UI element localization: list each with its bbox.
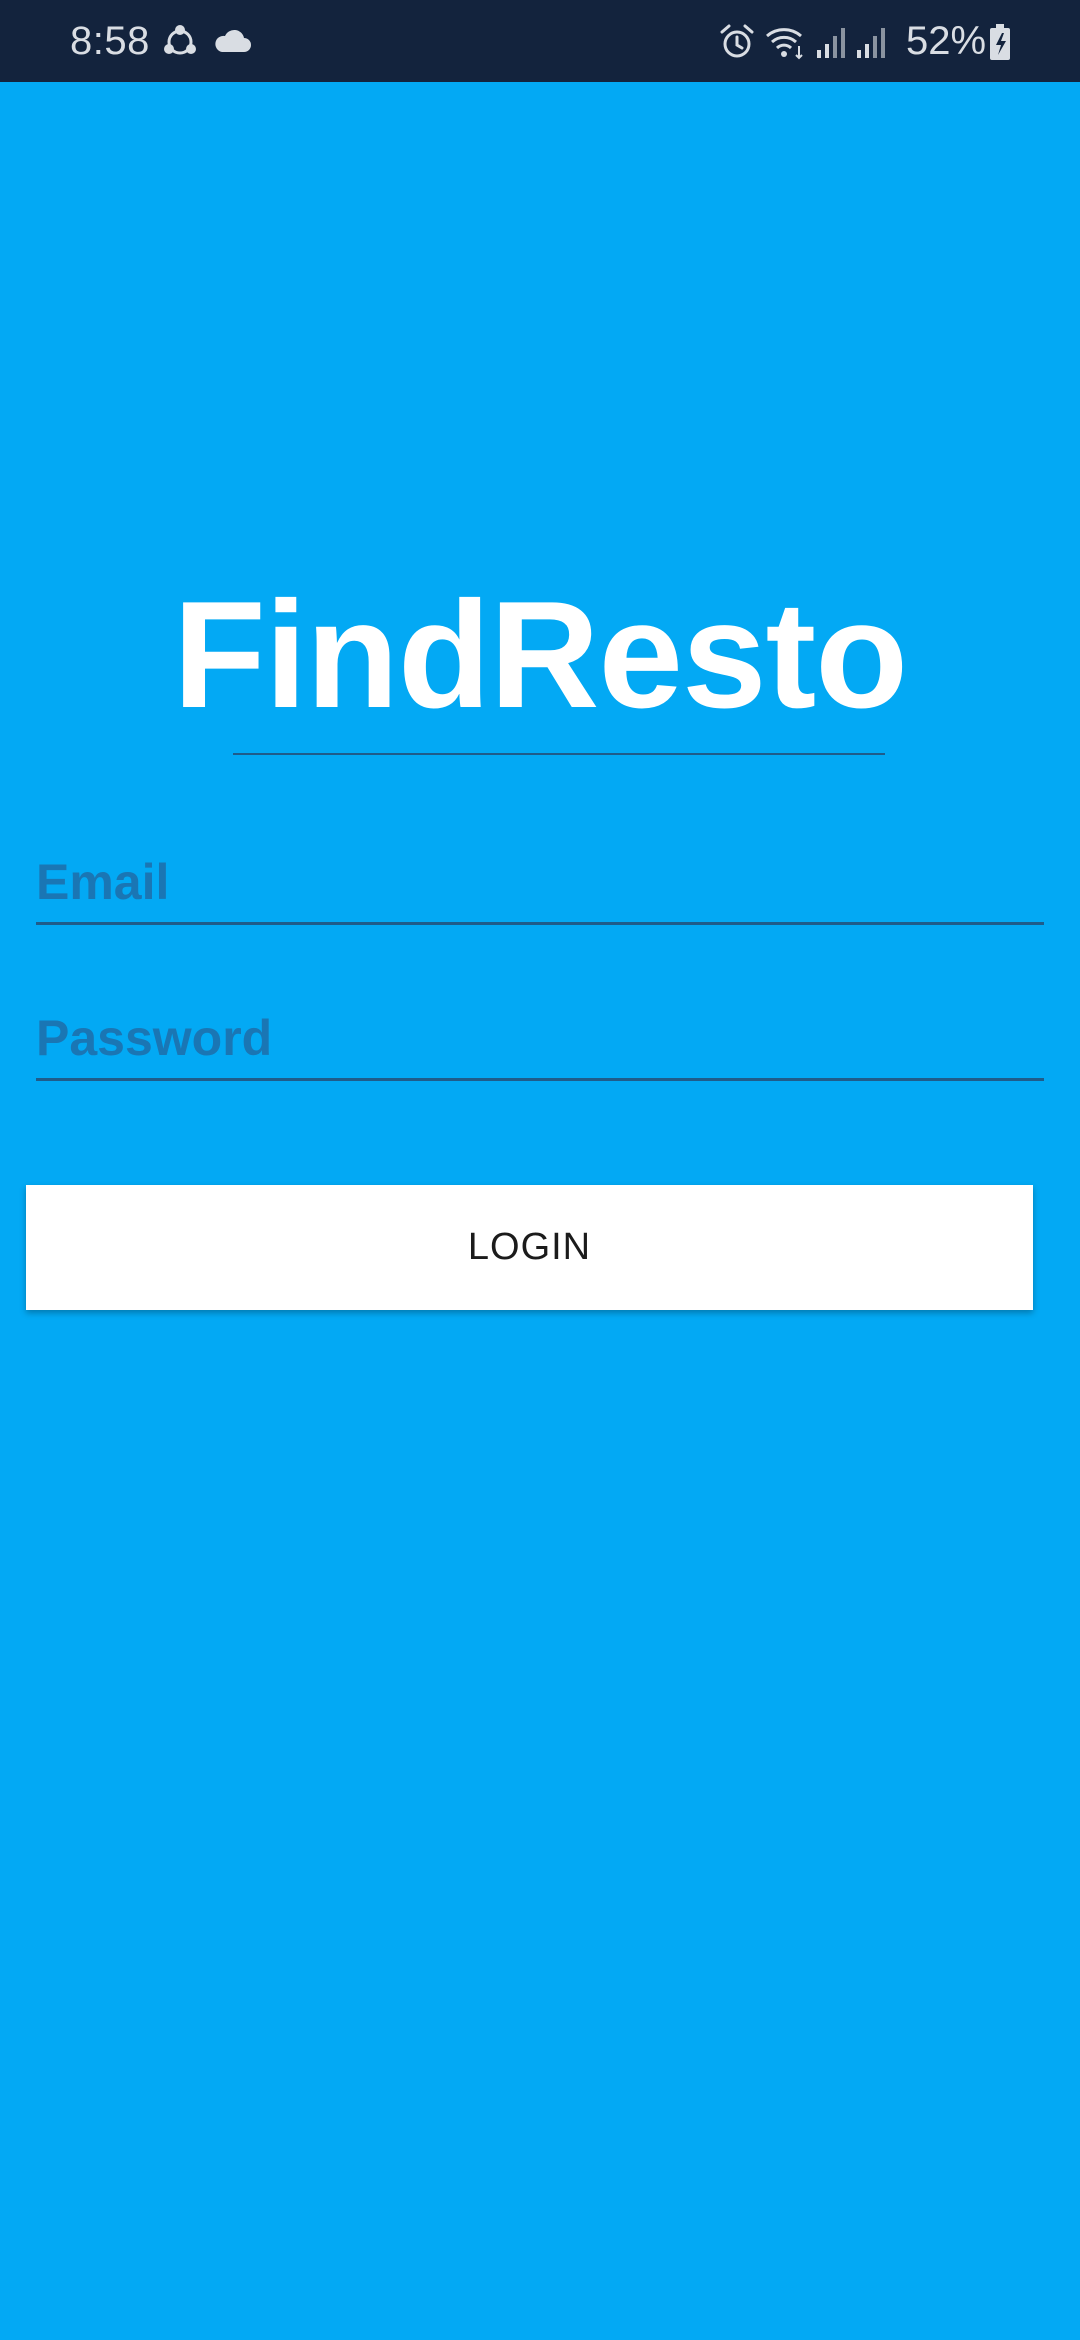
sync-icon bbox=[164, 25, 196, 55]
cloud-icon bbox=[215, 29, 251, 52]
wifi-icon bbox=[766, 28, 803, 60]
signal-icon bbox=[857, 28, 885, 58]
battery-percent: 52% bbox=[906, 19, 987, 63]
password-field[interactable]: Password bbox=[36, 988, 1044, 1081]
signal-icon bbox=[817, 28, 845, 58]
title-underline bbox=[233, 753, 885, 755]
alarm-icon bbox=[720, 24, 754, 58]
login-button[interactable]: LOGIN bbox=[26, 1185, 1033, 1310]
battery-charging-icon bbox=[990, 24, 1010, 60]
email-field[interactable]: Email bbox=[36, 832, 1044, 925]
status-bar: 8:58 52% bbox=[0, 0, 1080, 82]
app-title: FindResto bbox=[172, 570, 908, 740]
email-placeholder: Email bbox=[36, 854, 170, 910]
status-time: 8:58 bbox=[70, 19, 150, 63]
password-placeholder: Password bbox=[36, 1010, 273, 1066]
